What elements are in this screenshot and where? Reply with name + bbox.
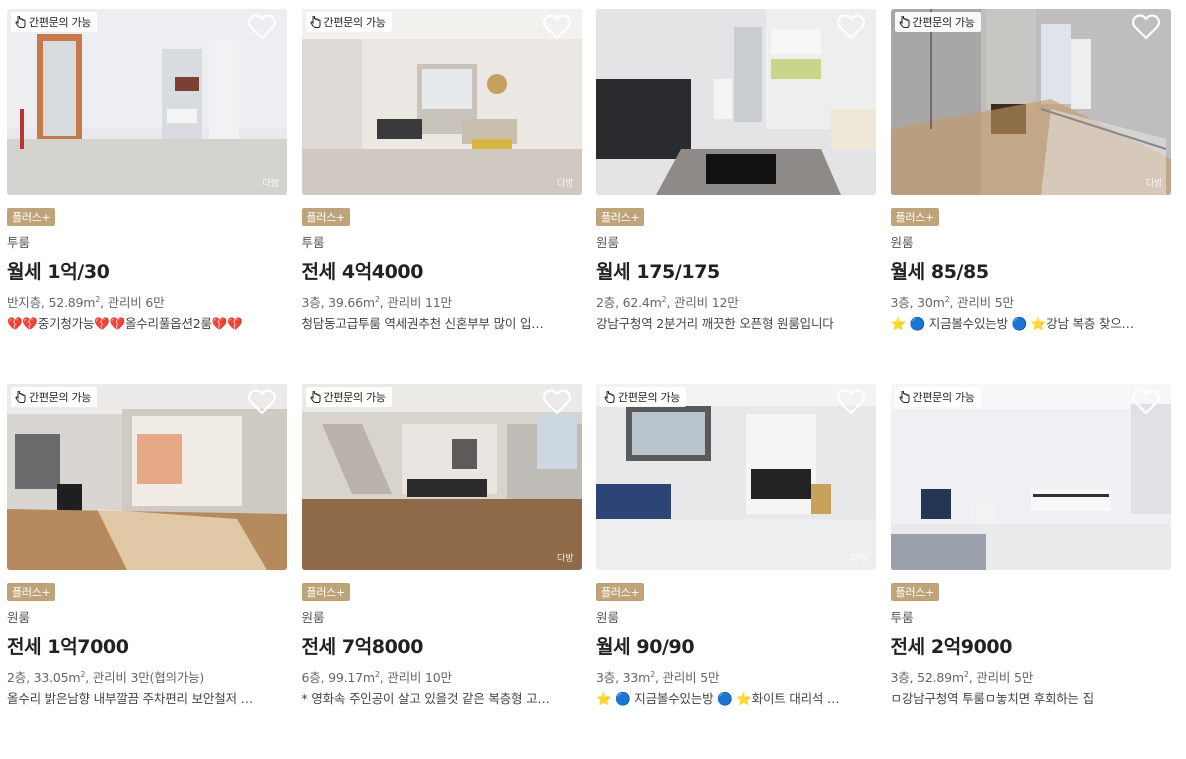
room-type: 원룸: [7, 610, 31, 625]
price: 월세 90/90: [596, 636, 695, 658]
price: 전세 1억7000: [7, 636, 129, 658]
description: 💔💔중기청가능💔💔올수리풀옵션2룸💔💔: [7, 316, 243, 331]
watermark-logo: 다방: [851, 554, 868, 564]
listing-card[interactable]: 간편문의 가능 다방 플러스+ 투룸 전세 4억4000 3층, 39.66m2…: [301, 9, 582, 384]
spec-line: 2층, 62.4m2, 관리비 12만: [596, 294, 739, 310]
plus-badge: 플러스+: [301, 208, 350, 226]
room-photo-image: [890, 384, 1171, 570]
price: 전세 4억4000: [301, 261, 424, 283]
room-type: 원룸: [596, 235, 620, 250]
quick-inquiry-badge: 간편문의 가능: [305, 12, 392, 32]
listing-photo[interactable]: 간편문의 가능 다방: [301, 384, 582, 570]
hand-pointer-icon: [309, 16, 320, 28]
heart-icon[interactable]: [1131, 389, 1160, 415]
plus-badge: 플러스+: [596, 583, 645, 601]
room-type: 투룸: [7, 235, 31, 250]
room-type: 투룸: [301, 235, 325, 250]
description: 올수리 밝은남향 내부깔끔 주차편리 보안철저 …: [7, 691, 253, 706]
plus-badge: 플러스+: [890, 208, 939, 226]
quick-inquiry-badge: 간편문의 가능: [305, 387, 392, 407]
room-photo-image: [596, 9, 876, 195]
listing-photo[interactable]: [596, 9, 876, 195]
listing-photo[interactable]: 간편문의 가능: [890, 384, 1171, 570]
quick-inquiry-label: 간편문의 가능: [29, 391, 92, 404]
room-type: 투룸: [890, 610, 914, 625]
description: 청담동고급투룸 역세권추천 신혼부부 많이 입…: [301, 316, 544, 331]
spec-line: 3층, 30m2, 관리비 5만: [890, 294, 1014, 310]
price: 월세 1억/30: [7, 261, 110, 283]
heart-icon[interactable]: [837, 389, 865, 415]
price: 월세 175/175: [596, 261, 720, 283]
room-type: 원룸: [301, 610, 325, 625]
quick-inquiry-label: 간편문의 가능: [912, 391, 975, 404]
room-photo-image: [7, 384, 287, 570]
plus-badge: 플러스+: [7, 208, 56, 226]
description: ⭐ 🔵 지금볼수있는방 🔵 ⭐화이트 대리석 …: [596, 691, 840, 706]
description: * 영화속 주인공이 살고 있을것 같은 복층형 고…: [301, 691, 550, 706]
heart-icon[interactable]: [248, 14, 276, 40]
hand-pointer-icon: [898, 391, 909, 403]
heart-icon[interactable]: [837, 14, 865, 40]
room-photo-image: [301, 384, 582, 570]
price: 전세 2억9000: [890, 636, 1013, 658]
watermark-logo: 다방: [556, 179, 574, 189]
heart-icon[interactable]: [1131, 14, 1160, 40]
description: ⭐ 🔵 지금볼수있는방 🔵 ⭐강남 복층 찾으…: [890, 316, 1134, 331]
description: 강남구청역 2분거리 깨끗한 오픈형 원룸입니다: [596, 316, 834, 331]
quick-inquiry-label: 간편문의 가능: [618, 391, 681, 404]
plus-badge: 플러스+: [7, 583, 56, 601]
listing-card[interactable]: 간편문의 가능 다방 플러스+ 원룸 월세 85/85 3층, 30m2, 관리…: [890, 9, 1171, 384]
spec-line: 반지층, 52.89m2, 관리비 6만: [7, 294, 165, 310]
listing-card[interactable]: 간편문의 가능 다방 플러스+ 원룸 전세 7억8000 6층, 99.17m2…: [301, 384, 582, 759]
listing-card[interactable]: 간편문의 가능 다방 플러스+ 투룸 월세 1억/30 반지층, 52.89m2…: [7, 9, 287, 384]
spec-line: 3층, 33m2, 관리비 5만: [596, 669, 720, 685]
listing-card[interactable]: 간편문의 가능 다방 플러스+ 원룸 월세 90/90 3층, 33m2, 관리…: [596, 384, 876, 759]
listing-photo[interactable]: 간편문의 가능 다방: [301, 9, 582, 195]
price: 월세 85/85: [890, 261, 990, 283]
quick-inquiry-badge: 간편문의 가능: [11, 12, 98, 32]
quick-inquiry-label: 간편문의 가능: [912, 16, 975, 29]
hand-pointer-icon: [604, 391, 615, 403]
quick-inquiry-badge: 간편문의 가능: [894, 12, 981, 32]
heart-icon[interactable]: [248, 389, 276, 415]
listing-card[interactable]: 플러스+ 원룸 월세 175/175 2층, 62.4m2, 관리비 12만 강…: [596, 9, 876, 384]
watermark-logo: 다방: [262, 179, 279, 189]
quick-inquiry-label: 간편문의 가능: [323, 391, 386, 404]
plus-badge: 플러스+: [596, 208, 645, 226]
plus-badge: 플러스+: [890, 583, 939, 601]
listing-card[interactable]: 간편문의 가능 플러스+ 원룸 전세 1억7000 2층, 33.05m2, 관…: [7, 384, 287, 759]
listing-photo[interactable]: 간편문의 가능: [7, 384, 287, 570]
spec-line: 6층, 99.17m2, 관리비 10만: [301, 669, 452, 685]
room-photo-image: [301, 9, 582, 195]
description: ㅁ강남구청역 투룸ㅁ놓치면 후회하는 집: [890, 691, 1095, 706]
plus-badge: 플러스+: [301, 583, 350, 601]
heart-icon[interactable]: [542, 14, 571, 40]
room-type: 원룸: [596, 610, 620, 625]
watermark-logo: 다방: [1145, 179, 1163, 189]
watermark-logo: 다방: [556, 554, 574, 564]
hand-pointer-icon: [15, 391, 26, 403]
quick-inquiry-badge: 간편문의 가능: [600, 387, 687, 407]
spec-line: 3층, 39.66m2, 관리비 11만: [301, 294, 452, 310]
room-type: 원룸: [890, 235, 914, 250]
quick-inquiry-badge: 간편문의 가능: [11, 387, 98, 407]
quick-inquiry-label: 간편문의 가능: [323, 16, 386, 29]
hand-pointer-icon: [898, 16, 909, 28]
quick-inquiry-badge: 간편문의 가능: [894, 387, 981, 407]
room-photo-image: [890, 9, 1171, 195]
hand-pointer-icon: [309, 391, 320, 403]
listing-card[interactable]: 간편문의 가능 플러스+ 투룸 전세 2억9000 3층, 52.89m2, 관…: [890, 384, 1171, 759]
listing-photo[interactable]: 간편문의 가능 다방: [890, 9, 1171, 195]
spec-line: 2층, 33.05m2, 관리비 3만(협의가능): [7, 669, 205, 685]
spec-line: 3층, 52.89m2, 관리비 5만: [890, 669, 1034, 685]
heart-icon[interactable]: [542, 389, 571, 415]
listing-grid: 간편문의 가능 다방 플러스+ 투룸 월세 1억/30 반지층, 52.89m2…: [7, 9, 1171, 759]
room-photo-image: [7, 9, 287, 195]
hand-pointer-icon: [15, 16, 26, 28]
quick-inquiry-label: 간편문의 가능: [29, 16, 92, 29]
price: 전세 7억8000: [301, 636, 424, 658]
room-photo-image: [596, 384, 876, 570]
listing-photo[interactable]: 간편문의 가능 다방: [7, 9, 287, 195]
listing-photo[interactable]: 간편문의 가능 다방: [596, 384, 876, 570]
